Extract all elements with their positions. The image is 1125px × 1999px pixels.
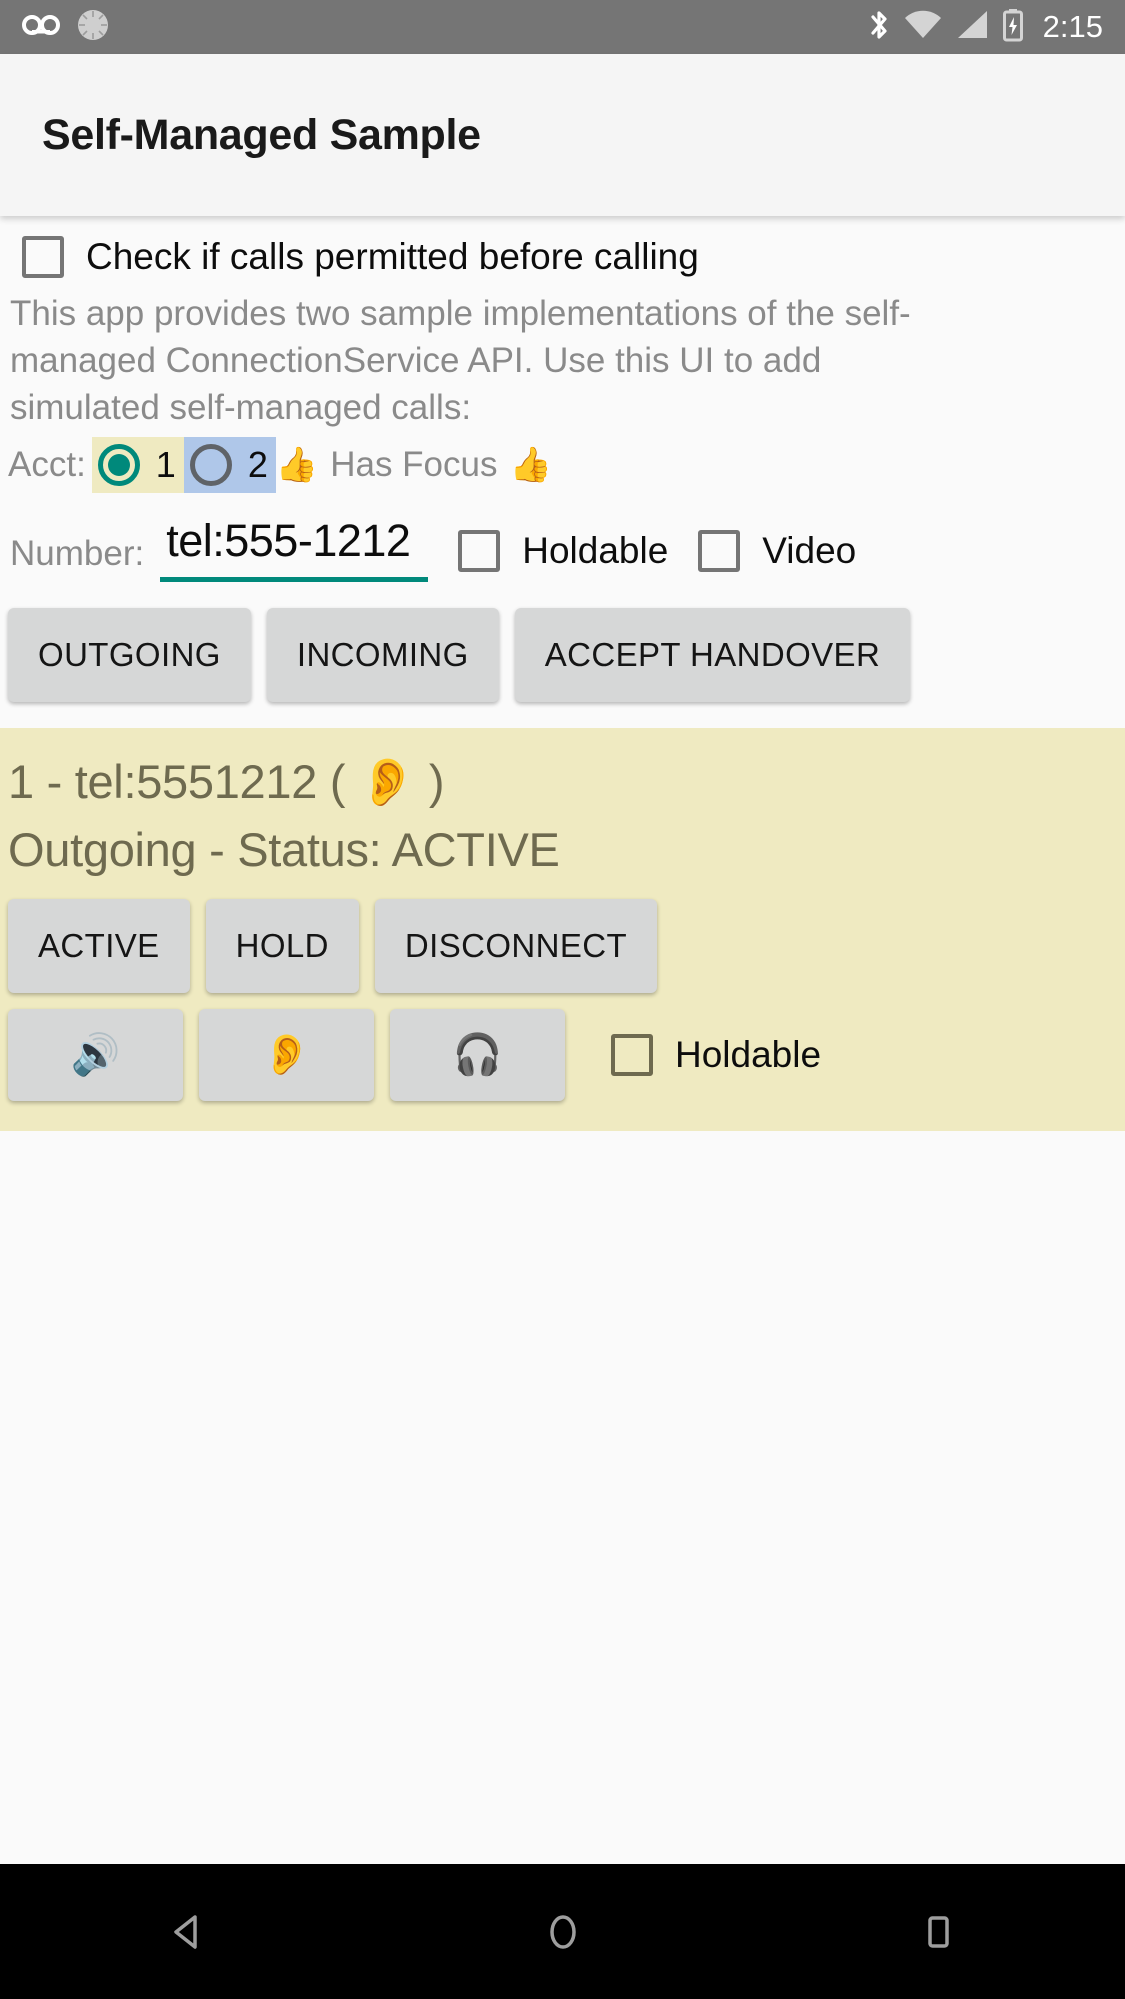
check-permitted-checkbox[interactable] [22, 236, 64, 278]
status-bar-right-icons: 2:15 [867, 8, 1103, 47]
number-row: Number: tel:555-1212 Holdable Video [0, 493, 1125, 582]
voicemail-icon [22, 11, 60, 44]
has-focus-label: Has Focus [330, 445, 498, 484]
holdable-label: Holdable [522, 530, 669, 571]
recents-square-icon [927, 1915, 949, 1948]
audio-route-button-row: 🔊 👂 🎧 Holdable [0, 993, 1125, 1101]
check-permitted-label: Check if calls permitted before calling [86, 236, 699, 277]
accept-handover-button[interactable]: ACCEPT HANDOVER [514, 608, 911, 702]
account-option-1[interactable]: 1 [91, 437, 184, 493]
cellular-signal-icon [955, 10, 989, 45]
android-screen: 2:15 Self-Managed Sample Check if calls … [0, 0, 1125, 1999]
audio-route-headset-button[interactable]: 🎧 [390, 1009, 565, 1101]
action-button-row: OUTGOING INCOMING ACCEPT HANDOVER [0, 582, 1125, 702]
bluetooth-icon [867, 8, 891, 47]
holdable-checkbox[interactable] [458, 530, 501, 572]
app-bar: Self-Managed Sample [0, 54, 1125, 216]
audio-route-earpiece-button[interactable]: 👂 [199, 1009, 374, 1101]
number-input-value: tel:555-1212 [166, 515, 411, 566]
video-checkbox[interactable] [698, 530, 741, 572]
call-hold-button[interactable]: HOLD [205, 899, 359, 993]
navigation-bar [0, 1864, 1125, 1999]
call-card-title: 1 - tel:5551212 ( 👂 ) [8, 755, 445, 808]
recents-nav-button[interactable] [858, 1864, 1018, 1999]
outgoing-button[interactable]: OUTGOING [8, 608, 251, 702]
battery-charging-icon [1002, 8, 1024, 47]
account-label: Acct: [8, 445, 86, 484]
call-holdable-checkbox[interactable] [611, 1034, 653, 1076]
number-input[interactable]: tel:555-1212 [160, 515, 429, 582]
account-option-2[interactable]: 2 [183, 437, 276, 493]
radio-dot [107, 454, 130, 476]
number-label: Number: [10, 534, 145, 573]
call-holdable-label: Holdable [675, 1034, 822, 1075]
radio-selected-icon[interactable] [97, 444, 140, 486]
home-circle-icon [549, 1914, 576, 1949]
back-triangle-icon [173, 1914, 197, 1949]
app-description: This app provides two sample implementat… [10, 294, 911, 427]
thumbs-up-icon: 👍 [509, 446, 552, 484]
wifi-icon [904, 10, 942, 45]
incoming-button[interactable]: INCOMING [266, 608, 499, 702]
video-check-row[interactable]: Video [698, 530, 856, 582]
call-card: 1 - tel:5551212 ( 👂 ) Outgoing - Status:… [0, 728, 1125, 1131]
page-title: Self-Managed Sample [42, 110, 481, 159]
audio-route-speaker-button[interactable]: 🔊 [8, 1009, 183, 1101]
home-nav-button[interactable] [483, 1864, 643, 1999]
status-bar-left-icons [22, 8, 110, 47]
account-option-1-label: 1 [155, 444, 176, 485]
permit-check-row[interactable]: Check if calls permitted before calling [0, 216, 1125, 284]
account-option-2-label: 2 [247, 444, 268, 485]
holdable-check-row[interactable]: Holdable [458, 530, 668, 582]
thumbs-up-icon: 👍 [275, 446, 319, 484]
call-card-status: Outgoing - Status: ACTIVE [8, 823, 560, 876]
radio-unselected-icon[interactable] [189, 444, 232, 486]
status-bar: 2:15 [0, 0, 1125, 54]
account-selector-row: Acct: 1 2 👍 Has Focus 👍 [0, 431, 1125, 493]
back-nav-button[interactable] [108, 1864, 268, 1999]
call-disconnect-button[interactable]: DISCONNECT [374, 899, 658, 993]
sync-spinner-icon [76, 8, 110, 47]
call-holdable-check-row[interactable]: Holdable [611, 1034, 821, 1076]
call-state-button-row: ACTIVE HOLD DISCONNECT [0, 883, 1125, 993]
video-label: Video [762, 530, 857, 571]
status-bar-clock: 2:15 [1042, 9, 1103, 44]
call-active-button[interactable]: ACTIVE [8, 899, 190, 993]
main-content: Check if calls permitted before calling … [0, 216, 1125, 1131]
